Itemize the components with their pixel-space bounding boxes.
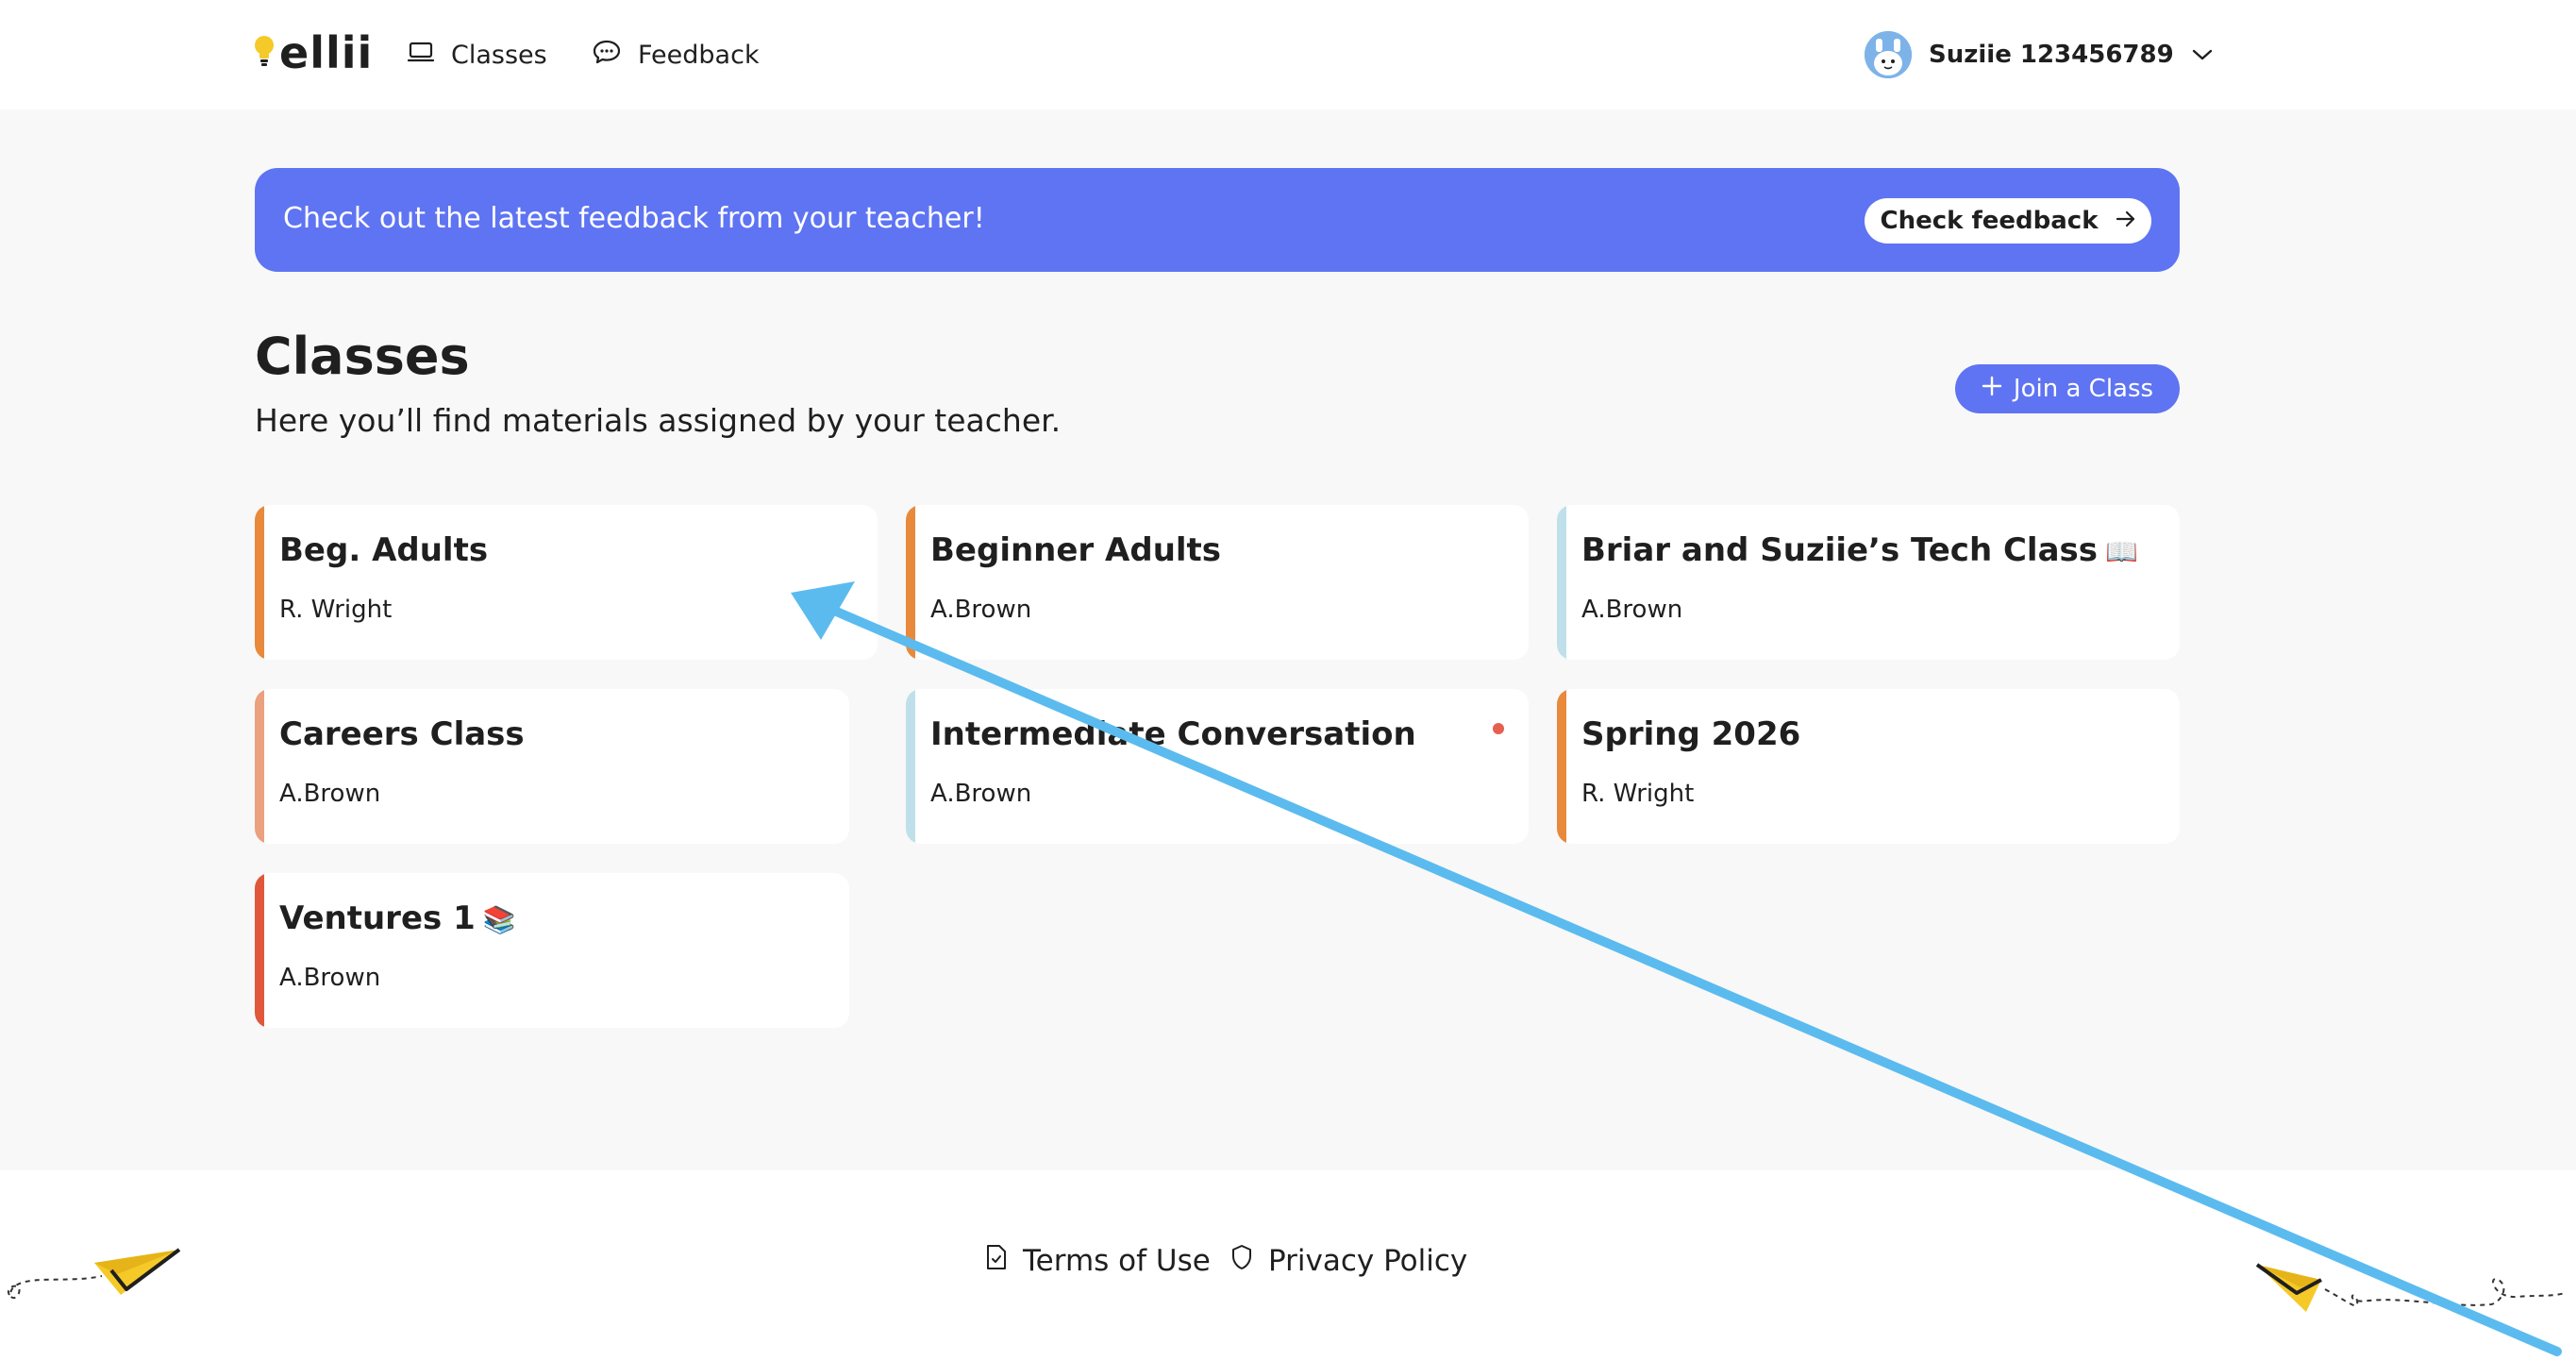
- user-name: Suziie 123456789: [1929, 41, 2174, 69]
- privacy-policy-label: Privacy Policy: [1268, 1244, 1468, 1278]
- document-check-icon: [985, 1243, 1008, 1279]
- ellii-logo[interactable]: ellii: [253, 25, 373, 81]
- check-feedback-button[interactable]: Check feedback: [1865, 198, 2151, 244]
- card-accent-stripe: [1557, 689, 1566, 844]
- chevron-down-icon: [2191, 41, 2214, 69]
- class-card-teacher: A.Brown: [1581, 596, 1683, 624]
- nav-classes-label: Classes: [451, 40, 547, 70]
- class-card-teacher: A.Brown: [930, 596, 1032, 624]
- banner-message: Check out the latest feedback from your …: [283, 202, 985, 235]
- class-card-careers[interactable]: Careers Class A.Brown: [255, 689, 849, 844]
- join-class-label: Join a Class: [2013, 375, 2154, 403]
- class-card-title: Careers Class: [279, 715, 525, 753]
- nav-classes[interactable]: Classes: [407, 32, 547, 77]
- class-card-teacher: R. Wright: [279, 596, 393, 624]
- class-card-title: Spring 2026: [1581, 715, 1801, 753]
- class-card-title: Beg. Adults: [279, 531, 489, 569]
- book-emoji-icon: 📖: [2105, 536, 2138, 567]
- class-card-title: Intermediate Conversation: [930, 715, 1416, 753]
- class-card-intermediate-conversation[interactable]: Intermediate Conversation A.Brown: [906, 689, 1529, 844]
- user-menu[interactable]: Suziie 123456789: [1865, 25, 2214, 85]
- join-class-button[interactable]: Join a Class: [1955, 364, 2180, 413]
- class-card-title: Ventures 1 📚: [279, 899, 516, 937]
- card-accent-stripe: [1557, 505, 1566, 660]
- paper-plane-icon: [7, 1248, 181, 1300]
- nav-feedback-label: Feedback: [638, 40, 760, 70]
- card-accent-stripe: [906, 689, 915, 844]
- class-card-beg-adults[interactable]: Beg. Adults R. Wright: [255, 505, 878, 660]
- class-card-ventures-1[interactable]: Ventures 1 📚 A.Brown: [255, 873, 849, 1028]
- card-accent-stripe: [255, 505, 264, 660]
- card-accent-stripe: [906, 505, 915, 660]
- class-card-title: Beginner Adults: [930, 531, 1222, 569]
- logo-wordmark: ellii: [279, 27, 374, 78]
- laptop-icon: [407, 41, 435, 70]
- class-card-title: Briar and Suziie’s Tech Class 📖: [1581, 531, 2138, 569]
- unread-dot: [1493, 723, 1504, 734]
- class-card-spring-2026[interactable]: Spring 2026 R. Wright: [1557, 689, 2180, 844]
- card-accent-stripe: [255, 689, 264, 844]
- class-card-teacher: R. Wright: [1581, 780, 1695, 808]
- class-card-teacher: A.Brown: [279, 780, 381, 808]
- class-card-teacher: A.Brown: [930, 780, 1032, 808]
- avatar: [1865, 31, 1912, 78]
- privacy-policy-link[interactable]: Privacy Policy: [1230, 1240, 1467, 1282]
- class-card-tech-class[interactable]: Briar and Suziie’s Tech Class 📖 A.Brown: [1557, 505, 2180, 660]
- nav-feedback[interactable]: Feedback: [593, 32, 760, 77]
- terms-of-use-label: Terms of Use: [1023, 1244, 1211, 1278]
- class-card-teacher: A.Brown: [279, 964, 381, 992]
- page-title: Classes: [255, 327, 470, 386]
- feedback-banner: Check out the latest feedback from your …: [255, 168, 2180, 272]
- top-header: ellii Classes Feedback Suziie 123456789: [0, 0, 2576, 109]
- check-feedback-label: Check feedback: [1880, 207, 2099, 235]
- paper-plane-icon: [2255, 1263, 2566, 1312]
- books-emoji-icon: 📚: [482, 904, 516, 935]
- shield-icon: [1230, 1243, 1253, 1279]
- lightbulb-icon: [253, 32, 277, 74]
- terms-of-use-link[interactable]: Terms of Use: [985, 1240, 1211, 1282]
- page-subtitle: Here you’ll find materials assigned by y…: [255, 402, 1062, 439]
- arrow-right-icon: [2116, 207, 2136, 235]
- chat-bubble-icon: [593, 39, 621, 72]
- footer: Terms of Use Privacy Policy: [0, 1170, 2576, 1361]
- plus-icon: [1982, 375, 2002, 403]
- class-card-beginner-adults[interactable]: Beginner Adults A.Brown: [906, 505, 1529, 660]
- card-accent-stripe: [255, 873, 264, 1028]
